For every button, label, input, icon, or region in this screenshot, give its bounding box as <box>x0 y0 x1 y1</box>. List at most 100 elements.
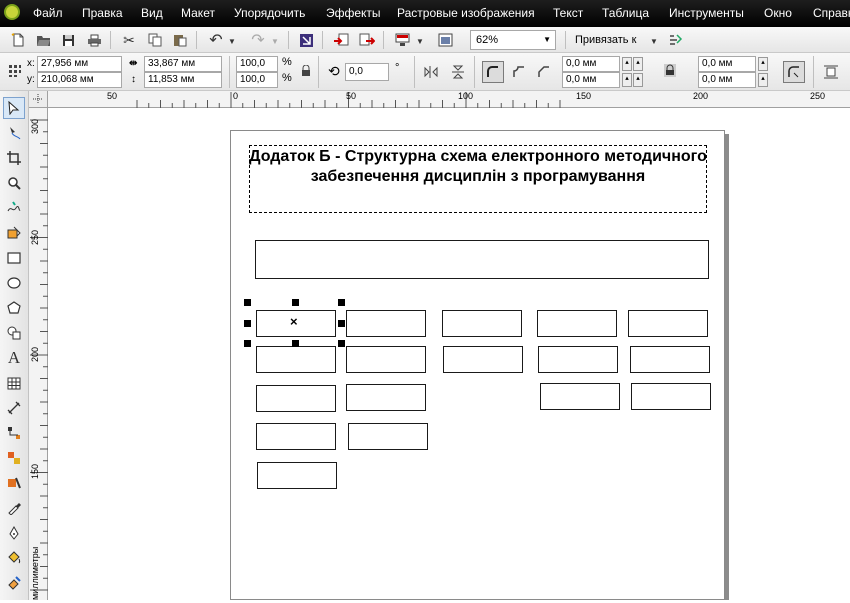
scale-y-field[interactable]: 100,0 <box>236 72 278 88</box>
horizontal-ruler[interactable]: 50 0 50 100 150 200 250 <box>48 91 850 108</box>
menu-file[interactable]: Файл <box>33 0 63 27</box>
vertical-ruler[interactable]: 300 250 200 150 миллиметры <box>29 108 48 600</box>
menu-effects[interactable]: Эффекты <box>326 0 381 27</box>
menu-help[interactable]: Справка <box>813 0 850 27</box>
welcome-screen-icon[interactable] <box>435 30 455 50</box>
y-position-field[interactable]: 210,068 мм <box>37 72 122 88</box>
document-title[interactable]: Додаток Б - Структурна схема електронног… <box>249 147 707 186</box>
width-field[interactable]: 33,867 мм <box>144 56 222 72</box>
diagram-block[interactable] <box>348 423 428 450</box>
dimension-tool-icon[interactable] <box>3 397 25 419</box>
cut-icon[interactable]: ✂ <box>119 30 139 50</box>
diagram-block-top[interactable] <box>255 240 709 279</box>
table-tool-icon[interactable] <box>3 372 25 394</box>
menu-bitmaps[interactable]: Растровые изображения <box>397 0 535 27</box>
print-icon[interactable] <box>84 30 104 50</box>
spinner-icon[interactable]: ▴ <box>758 73 768 87</box>
selection-handle[interactable] <box>338 320 345 327</box>
polygon-tool-icon[interactable] <box>3 297 25 319</box>
diagram-block[interactable] <box>346 346 426 373</box>
options-icon[interactable] <box>665 30 685 50</box>
diagram-block[interactable] <box>630 346 710 373</box>
diagram-block[interactable] <box>256 423 336 450</box>
spinner-icon[interactable]: ▴ <box>622 73 632 87</box>
interactive-fill-tool-icon[interactable] <box>3 572 25 594</box>
selection-handle[interactable] <box>292 340 299 347</box>
redo-icon[interactable]: ↷ <box>248 30 268 50</box>
height-field[interactable]: 11,853 мм <box>144 72 222 88</box>
text-tool-icon[interactable]: A <box>3 347 25 369</box>
copy-icon[interactable] <box>145 30 165 50</box>
redo-dropdown-icon[interactable]: ▼ <box>270 31 280 51</box>
diagram-block[interactable] <box>257 462 337 489</box>
selection-handle[interactable] <box>244 340 251 347</box>
blend-tool-icon[interactable] <box>3 447 25 469</box>
connector-tool-icon[interactable] <box>3 422 25 444</box>
diagram-block[interactable] <box>540 383 620 410</box>
pick-tool-icon[interactable] <box>3 97 25 119</box>
selection-center-marker[interactable]: × <box>290 315 298 329</box>
outline-pen-tool-icon[interactable] <box>3 522 25 544</box>
selection-handle[interactable] <box>244 299 251 306</box>
snap-dropdown-icon[interactable]: ▼ <box>649 31 659 51</box>
spinner-icon[interactable]: ▴ <box>622 57 632 71</box>
crop-tool-icon[interactable] <box>3 147 25 169</box>
ruler-origin[interactable] <box>29 91 48 108</box>
undo-icon[interactable]: ↶ <box>206 30 226 50</box>
basic-shapes-tool-icon[interactable] <box>3 322 25 344</box>
menu-window[interactable]: Окно <box>764 0 792 27</box>
open-folder-icon[interactable] <box>33 30 53 50</box>
undo-dropdown-icon[interactable]: ▼ <box>227 31 237 51</box>
menu-text[interactable]: Текст <box>553 0 583 27</box>
lock-ratio-icon[interactable] <box>301 64 311 80</box>
menu-table[interactable]: Таблица <box>602 0 649 27</box>
export-icon[interactable] <box>357 30 377 50</box>
launcher-dropdown-icon[interactable]: ▼ <box>415 31 425 51</box>
menu-layout[interactable]: Макет <box>181 0 215 27</box>
diagram-block[interactable] <box>538 346 618 373</box>
diagram-block[interactable] <box>628 310 708 337</box>
diagram-block[interactable] <box>443 346 523 373</box>
diagram-block[interactable] <box>256 385 336 412</box>
spinner-icon[interactable]: ▴ <box>633 73 643 87</box>
diagram-block[interactable] <box>537 310 617 337</box>
app-logo-icon[interactable] <box>4 4 20 20</box>
selection-handle[interactable] <box>338 299 345 306</box>
scale-corners-icon[interactable] <box>783 61 805 83</box>
transparency-tool-icon[interactable] <box>3 472 25 494</box>
menu-tools[interactable]: Инструменты <box>669 0 744 27</box>
ellipse-tool-icon[interactable] <box>3 272 25 294</box>
corner-bottom-right-field[interactable]: 0,0 мм <box>698 72 756 88</box>
corner-bottom-left-field[interactable]: 0,0 мм <box>562 72 620 88</box>
object-origin-icon[interactable] <box>8 64 22 81</box>
search-content-icon[interactable] <box>296 30 316 50</box>
import-icon[interactable] <box>331 30 351 50</box>
x-position-field[interactable]: 27,956 мм <box>37 56 122 72</box>
selection-handle[interactable] <box>338 340 345 347</box>
corner-lock-icon[interactable] <box>664 64 676 80</box>
spinner-icon[interactable]: ▴ <box>758 57 768 71</box>
zoom-level-select[interactable]: 62% ▼ <box>470 30 556 50</box>
eyedropper-tool-icon[interactable] <box>3 497 25 519</box>
selection-handle[interactable] <box>244 320 251 327</box>
application-launcher-icon[interactable] <box>392 30 412 50</box>
spinner-icon[interactable]: ▴ <box>633 57 643 71</box>
paste-icon[interactable] <box>170 30 190 50</box>
snap-to-button[interactable]: Привязать к <box>575 32 636 48</box>
shape-tool-icon[interactable] <box>3 122 25 144</box>
round-corner-icon[interactable] <box>482 61 504 83</box>
new-document-icon[interactable] <box>8 30 28 50</box>
selection-handle[interactable] <box>292 299 299 306</box>
rotation-angle-field[interactable]: 0,0 <box>345 63 389 81</box>
scallop-corner-icon[interactable] <box>509 62 529 82</box>
save-icon[interactable] <box>58 30 78 50</box>
mirror-vertical-icon[interactable] <box>448 62 468 82</box>
menu-arrange[interactable]: Упорядочить <box>234 0 305 27</box>
diagram-block[interactable] <box>256 346 336 373</box>
smart-fill-tool-icon[interactable] <box>3 222 25 244</box>
diagram-block[interactable] <box>346 310 426 337</box>
diagram-block[interactable] <box>346 384 426 411</box>
menu-view[interactable]: Вид <box>141 0 163 27</box>
diagram-block[interactable] <box>442 310 522 337</box>
zoom-tool-icon[interactable] <box>3 172 25 194</box>
